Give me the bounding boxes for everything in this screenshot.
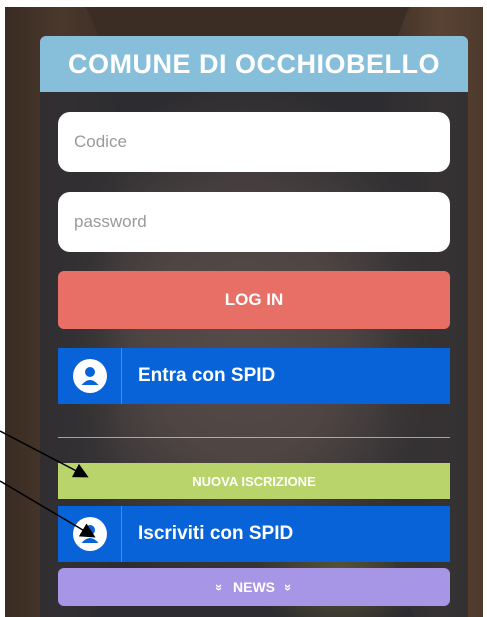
code-input[interactable]: [58, 112, 450, 172]
new-registration-label: NUOVA ISCRIZIONE: [192, 473, 316, 489]
user-circle-icon: [72, 359, 107, 393]
password-input[interactable]: [58, 192, 450, 252]
user-circle-icon: [72, 517, 107, 551]
chevron-double-down-icon: »: [211, 583, 227, 591]
chevron-double-down-icon: »: [281, 583, 297, 591]
spid-login-button[interactable]: Entra con SPID: [58, 348, 450, 404]
news-label: NEWS: [233, 579, 275, 595]
spid-register-icon-wrap: [58, 506, 122, 562]
spid-login-icon-wrap: [58, 348, 122, 404]
spid-register-label: Iscriviti con SPID: [138, 523, 294, 544]
new-registration-button[interactable]: NUOVA ISCRIZIONE: [58, 463, 450, 499]
page-title: COMUNE DI OCCHIOBELLO: [40, 36, 468, 92]
login-button-label: LOG IN: [224, 290, 284, 309]
spid-login-label: Entra con SPID: [138, 365, 276, 386]
spid-register-button[interactable]: Iscriviti con SPID: [58, 506, 450, 562]
news-button[interactable]: » NEWS »: [58, 568, 450, 606]
section-divider: [58, 437, 450, 438]
login-button[interactable]: LOG IN: [58, 271, 450, 329]
